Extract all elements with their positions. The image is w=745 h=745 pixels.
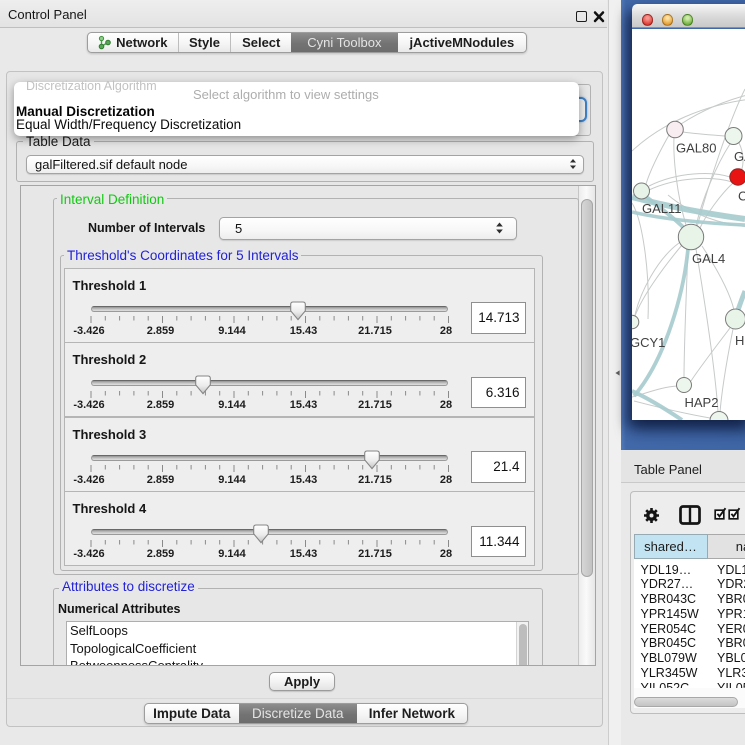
svg-text:GAL11: GAL11 [642,201,682,216]
svg-text:HAP2: HAP2 [685,395,719,410]
svg-text:C: C [738,189,745,204]
svg-text:H: H [735,333,744,348]
svg-text:GAL4: GAL4 [692,251,725,266]
svg-text:GAL8: GAL8 [734,149,745,164]
svg-text:GCY1: GCY1 [632,335,665,350]
svg-text:GAL80: GAL80 [676,141,716,156]
